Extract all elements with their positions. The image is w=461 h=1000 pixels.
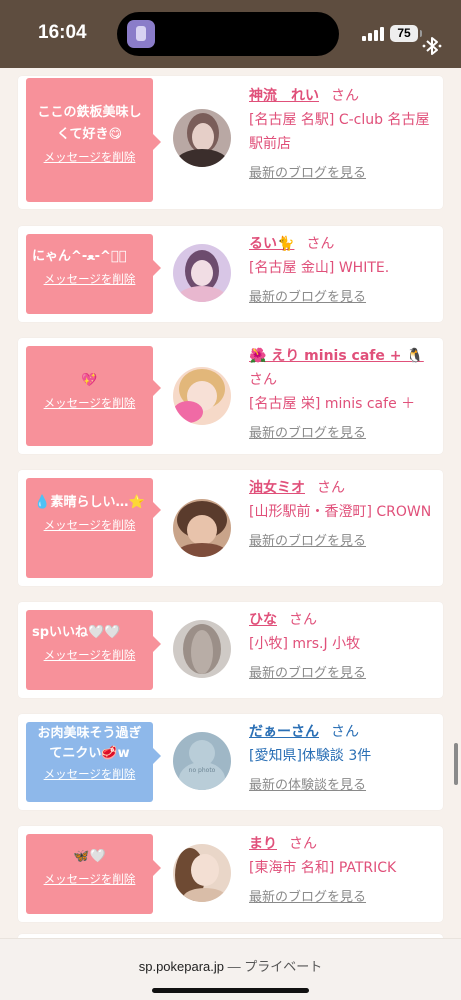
message-text: お肉美味そう過ぎてニクい🥩w [37,726,142,761]
name-suffix: さん [331,88,359,104]
dynamic-island[interactable] [117,12,442,56]
message-text: 💖 [81,373,98,388]
list-item: 💖 メッセージを削除 🌺 えり minis cafe + 🐧 さん [名古屋 栄]… [18,338,443,454]
review-count-link[interactable]: [愛知県]体験談 3件 [249,744,433,768]
private-mode-label: — プライベート [227,959,323,974]
girl-info: るい🐈 さん [名古屋 金山] WHITE. 最新のブログを見る [249,232,433,310]
message-text: にゃん^-ﻌ-^ฅ゙ [32,249,127,264]
status-bar: 16:04 75 [0,0,461,68]
message-bubble: にゃん^-ﻌ-^ฅ゙ メッセージを削除 [26,234,161,314]
message-bubble: 🦋🤍 メッセージを削除 [26,834,161,914]
avatar[interactable] [173,367,231,425]
browser-address-bar[interactable]: sp.pokepara.jp — プライベート [0,938,461,1000]
no-photo-text: no photo [188,767,216,774]
delete-message-link[interactable]: メッセージを削除 [32,395,147,411]
message-bubble: お肉美味そう過ぎてニクい🥩w メッセージを削除 [26,722,161,802]
shop-info[interactable]: [名古屋 名駅] C-club 名古屋駅前店 [249,108,433,156]
url-display[interactable]: sp.pokepara.jp — プライベート [0,956,461,975]
list-item: spいいね🤍🤍 メッセージを削除 ひな さん [小牧] mrs.J 小牧 最新のブ… [18,602,443,698]
avatar[interactable] [173,244,231,302]
girl-name-link[interactable]: ひな [249,612,277,628]
domain-text: sp.pokepara.jp [138,959,225,974]
message-text: ここの鉄板美味しくて好き😋 [37,105,142,142]
avatar[interactable] [173,844,231,902]
shop-info[interactable]: [東海市 名和] PATRICK [249,856,433,880]
scrollbar[interactable] [454,743,458,785]
message-text: 🦋🤍 [73,849,106,864]
name-suffix: さん [317,480,345,496]
list-item: 💧素晴らしい…⭐ メッセージを削除 油女ミオ さん [山形駅前・香澄町] CROW… [18,470,443,586]
delete-message-link[interactable]: メッセージを削除 [32,871,147,887]
latest-blog-link[interactable]: 最新のブログを見る [249,422,433,446]
avatar[interactable] [173,620,231,678]
home-indicator[interactable] [152,988,309,993]
list-item: にゃん^-ﻌ-^ฅ゙ メッセージを削除 るい🐈 さん [名古屋 金山] WHITE… [18,226,443,322]
girl-info: まり さん [東海市 名和] PATRICK 最新のブログを見る [249,832,433,910]
bluetooth-icon [422,37,442,55]
girl-name-link[interactable]: まり [249,836,277,852]
name-suffix: さん [289,836,317,852]
name-suffix: さん [306,236,335,252]
message-bubble: 💖 メッセージを削除 [26,346,161,446]
girl-info: 🌺 えり minis cafe + 🐧 さん [名古屋 栄] minis cafe… [249,344,433,446]
message-text: 💧素晴らしい…⭐ [34,495,145,510]
app-activity-icon [127,20,155,48]
battery-icon: 75 [390,25,422,42]
shop-info[interactable]: [名古屋 栄] minis cafe ＋ [249,392,433,416]
name-suffix: さん [289,612,317,628]
status-time: 16:04 [38,22,87,43]
message-bubble: ここの鉄板美味しくて好き😋 メッセージを削除 [26,78,161,202]
girl-name-link[interactable]: 神流 れい [249,88,319,104]
favorites-list[interactable]: ここの鉄板美味しくて好き😋 メッセージを削除 神流 れい さん [名古屋 名駅] … [0,68,461,938]
latest-review-link[interactable]: 最新の体験談を見る [249,774,433,798]
girl-name-link[interactable]: 🌺 えり minis cafe + 🐧 [249,348,424,364]
girl-info: ひな さん [小牧] mrs.J 小牧 最新のブログを見る [249,608,433,686]
name-suffix: さん [249,372,277,388]
delete-message-link[interactable]: メッセージを削除 [32,517,147,533]
customer-info: だぁーさん さん [愛知県]体験談 3件 最新の体験談を見る [249,720,433,798]
delete-message-link[interactable]: メッセージを削除 [32,271,147,287]
latest-blog-link[interactable]: 最新のブログを見る [249,662,433,686]
name-suffix: さん [331,724,359,740]
shop-info[interactable]: [小牧] mrs.J 小牧 [249,632,433,656]
message-text: spいいね🤍🤍 [32,625,121,640]
avatar[interactable] [173,109,231,167]
latest-blog-link[interactable]: 最新のブログを見る [249,886,433,910]
message-bubble: spいいね🤍🤍 メッセージを削除 [26,610,161,690]
delete-message-link[interactable]: メッセージを削除 [32,647,147,663]
girl-name-link[interactable]: るい🐈 [249,236,294,252]
avatar[interactable]: no photo [173,732,231,790]
delete-message-link[interactable]: メッセージを削除 [32,766,147,782]
girl-info: 神流 れい さん [名古屋 名駅] C-club 名古屋駅前店 最新のブログを見る [249,84,433,186]
list-item: ここの鉄板美味しくて好き😋 メッセージを削除 神流 れい さん [名古屋 名駅] … [18,76,443,209]
girl-info: 油女ミオ さん [山形駅前・香澄町] CROWN 最新のブログを見る [249,476,433,554]
list-item: お肉美味そう過ぎてニクい🥩w メッセージを削除 no photo だぁーさん さん… [18,714,443,810]
shop-info[interactable]: [名古屋 金山] WHITE. [249,256,433,280]
shop-info[interactable]: [山形駅前・香澄町] CROWN [249,500,433,524]
girl-name-link[interactable]: 油女ミオ [249,480,305,496]
cellular-signal-icon [362,27,384,41]
customer-name-link[interactable]: だぁーさん [249,724,319,740]
list-item: 🦋🤍 メッセージを削除 まり さん [東海市 名和] PATRICK 最新のブログ… [18,826,443,922]
delete-message-link[interactable]: メッセージを削除 [32,149,147,165]
latest-blog-link[interactable]: 最新のブログを見る [249,530,433,554]
avatar[interactable] [173,499,231,557]
latest-blog-link[interactable]: 最新のブログを見る [249,286,433,310]
message-bubble: 💧素晴らしい…⭐ メッセージを削除 [26,478,161,578]
latest-blog-link[interactable]: 最新のブログを見る [249,162,433,186]
